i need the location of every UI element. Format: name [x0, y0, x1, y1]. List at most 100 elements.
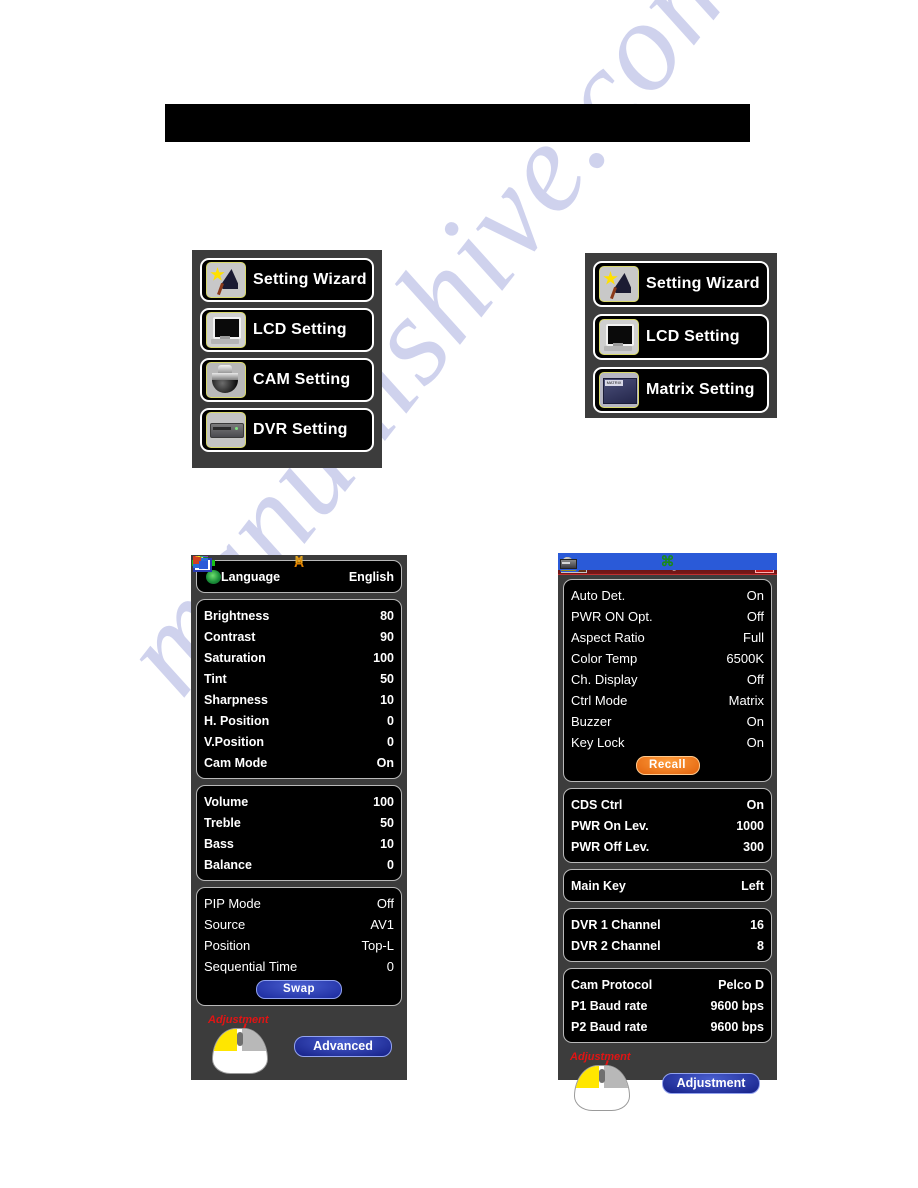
page-watermark: manualshive.com [0, 0, 918, 940]
osd-row-p2-baud-rate[interactable]: P2 Baud rate 9600 bps [571, 1016, 764, 1037]
osd-row-value: 300 [743, 839, 764, 854]
osd-row-value: 10 [380, 836, 394, 851]
osd-row-label: Cam Protocol [571, 977, 653, 992]
osd-row-label: Buzzer [571, 714, 612, 729]
osd-row-value: On [746, 797, 764, 812]
osd-row-value: AV1 [370, 917, 394, 932]
osd-row-bass[interactable]: Bass 10 [204, 833, 394, 854]
osd-row-color-temp[interactable]: Color Temp 6500K [571, 648, 764, 669]
dome-camera-icon [206, 362, 246, 398]
lcd-monitor-icon [206, 312, 246, 348]
swap-button[interactable]: Swap [256, 980, 342, 999]
osd-row-label: PIP Mode [204, 896, 261, 911]
osd-row-label: Ch. Display [571, 672, 638, 687]
menu-button-setting-wizard[interactable]: Setting Wizard [200, 258, 374, 302]
osd-row-label: Position [204, 938, 251, 953]
osd-row-label: Brightness [204, 608, 270, 623]
menu-button-setting-wizard[interactable]: Setting Wizard [593, 261, 769, 307]
audio-settings-group: Volume 100 Treble 50 Bass 10 Balance 0 [196, 785, 402, 881]
osd-row-h-position[interactable]: H. Position 0 [204, 710, 394, 731]
osd-row-value: 100 [373, 650, 394, 665]
osd-row-volume[interactable]: Volume 100 [204, 791, 394, 812]
menu-button-label: LCD Setting [646, 328, 740, 345]
osd-row-label: Ctrl Mode [571, 693, 628, 708]
osd-row-aspect-ratio[interactable]: Aspect Ratio Full [571, 627, 764, 648]
osd-row-key-lock[interactable]: Key Lock On [571, 732, 764, 753]
advanced-button[interactable]: Advanced [294, 1036, 392, 1057]
osd-row-value: On [376, 755, 394, 770]
dvr-channel-group: DVR 1 Channel 16 DVR 2 Channel 8 [563, 908, 772, 962]
osd-row-label: Key Lock [571, 735, 625, 750]
osd-row-cam-mode[interactable]: Cam Mode On [204, 752, 394, 773]
osd-row-label: PWR Off Lev. [571, 839, 650, 854]
osd-row-balance[interactable]: Balance 0 [204, 854, 394, 875]
menu-button-dvr-setting[interactable]: DVR Setting [200, 408, 374, 452]
osd-row-brightness[interactable]: Brightness 80 [204, 605, 394, 626]
osd-row-sequential-time[interactable]: Sequential Time 0 [204, 956, 394, 977]
osd-row-value: 8 [757, 938, 764, 953]
menu-button-cam-setting[interactable]: CAM Setting [200, 358, 374, 402]
osd-row-buzzer[interactable]: Buzzer On [571, 711, 764, 732]
osd-row-value: English [348, 569, 394, 584]
osd-row-position[interactable]: Position Top-L [204, 935, 394, 956]
osd-row-cds-ctrl[interactable]: CDS Ctrl On [571, 794, 764, 815]
osd-row-value: Off [746, 672, 764, 687]
osd-row-source[interactable]: Source AV1 [204, 914, 394, 935]
osd-row-pwr-off-lev[interactable]: PWR Off Lev. 300 [571, 836, 764, 857]
cds-settings-group: CDS Ctrl On PWR On Lev. 1000 PWR Off Lev… [563, 788, 772, 863]
osd-row-label: V.Position [204, 734, 264, 749]
osd-row-label: PWR ON Opt. [571, 609, 653, 624]
menu-button-label: CAM Setting [253, 371, 351, 388]
osd-row-label: Contrast [204, 629, 256, 644]
osd-row-label: Cam Mode [204, 755, 268, 770]
osd-row-value: 100 [373, 794, 394, 809]
osd-row-label: Language [221, 569, 281, 584]
osd-row-pip-mode[interactable]: PIP Mode Off [204, 893, 394, 914]
osd-row-label: Tint [204, 671, 227, 686]
osd-row-ch-display[interactable]: Ch. Display Off [571, 669, 764, 690]
osd-row-label: DVR 2 Channel [571, 938, 661, 953]
osd-row-value: Full [743, 630, 764, 645]
osd-row-value: Off [746, 609, 764, 624]
adjustment-button[interactable]: Adjustment [662, 1073, 760, 1094]
osd-row-p1-baud-rate[interactable]: P1 Baud rate 9600 bps [571, 995, 764, 1016]
recall-button[interactable]: Recall [635, 756, 700, 775]
adjustment-note: Adjustment [570, 1051, 631, 1063]
osd-row-sharpness[interactable]: Sharpness 10 [204, 689, 394, 710]
osd-row-dvr1-channel[interactable]: DVR 1 Channel 16 [571, 914, 764, 935]
menu-button-label: Matrix Setting [646, 381, 755, 398]
right-osd-footer: Adjustment Adjustment [558, 1049, 777, 1111]
osd-row-saturation[interactable]: Saturation 100 [204, 647, 394, 668]
osd-row-value: On [746, 588, 764, 603]
picture-settings-group: Brightness 80 Contrast 90 Saturation 100… [196, 599, 402, 779]
osd-row-value: Top-L [361, 938, 394, 953]
osd-row-ctrl-mode[interactable]: Ctrl Mode Matrix [571, 690, 764, 711]
menu-button-lcd-setting[interactable]: LCD Setting [200, 308, 374, 352]
monitor-settings-group: Auto Det. On PWR ON Opt. Off Aspect Rati… [563, 579, 772, 782]
osd-row-label: PWR On Lev. [571, 818, 649, 833]
osd-row-label: Bass [204, 836, 234, 851]
osd-row-value: 50 [380, 815, 394, 830]
osd-row-contrast[interactable]: Contrast 90 [204, 626, 394, 647]
osd-row-label: Sharpness [204, 692, 268, 707]
monitor-setting-osd-panel: Moniror Setting ✕ Auto Det. On PWR ON Op… [558, 555, 777, 1111]
osd-row-pwr-on-lev[interactable]: PWR On Lev. 1000 [571, 815, 764, 836]
matrix-unit-icon: MATRIX [599, 372, 639, 408]
osd-row-treble[interactable]: Treble 50 [204, 812, 394, 833]
osd-row-tint[interactable]: Tint 50 [204, 668, 394, 689]
osd-row-pwr-on-opt[interactable]: PWR ON Opt. Off [571, 606, 764, 627]
osd-row-value: 0 [387, 857, 394, 872]
osd-row-value: 0 [387, 713, 394, 728]
osd-row-dvr2-channel[interactable]: DVR 2 Channel 8 [571, 935, 764, 956]
osd-row-cam-protocol[interactable]: Cam Protocol Pelco D [571, 974, 764, 995]
menu-button-matrix-setting[interactable]: MATRIX Matrix Setting [593, 367, 769, 413]
menu-button-label: LCD Setting [253, 321, 347, 338]
osd-row-value: Matrix [728, 693, 764, 708]
osd-row-label: Source [204, 917, 246, 932]
osd-row-v-position[interactable]: V.Position 0 [204, 731, 394, 752]
osd-row-main-key[interactable]: Main Key Left [571, 875, 764, 896]
menu-button-lcd-setting[interactable]: LCD Setting [593, 314, 769, 360]
osd-row-auto-det[interactable]: Auto Det. On [571, 585, 764, 606]
left-osd-footer: Adjustment Advanced [196, 1012, 402, 1074]
osd-row-value: 50 [380, 671, 394, 686]
